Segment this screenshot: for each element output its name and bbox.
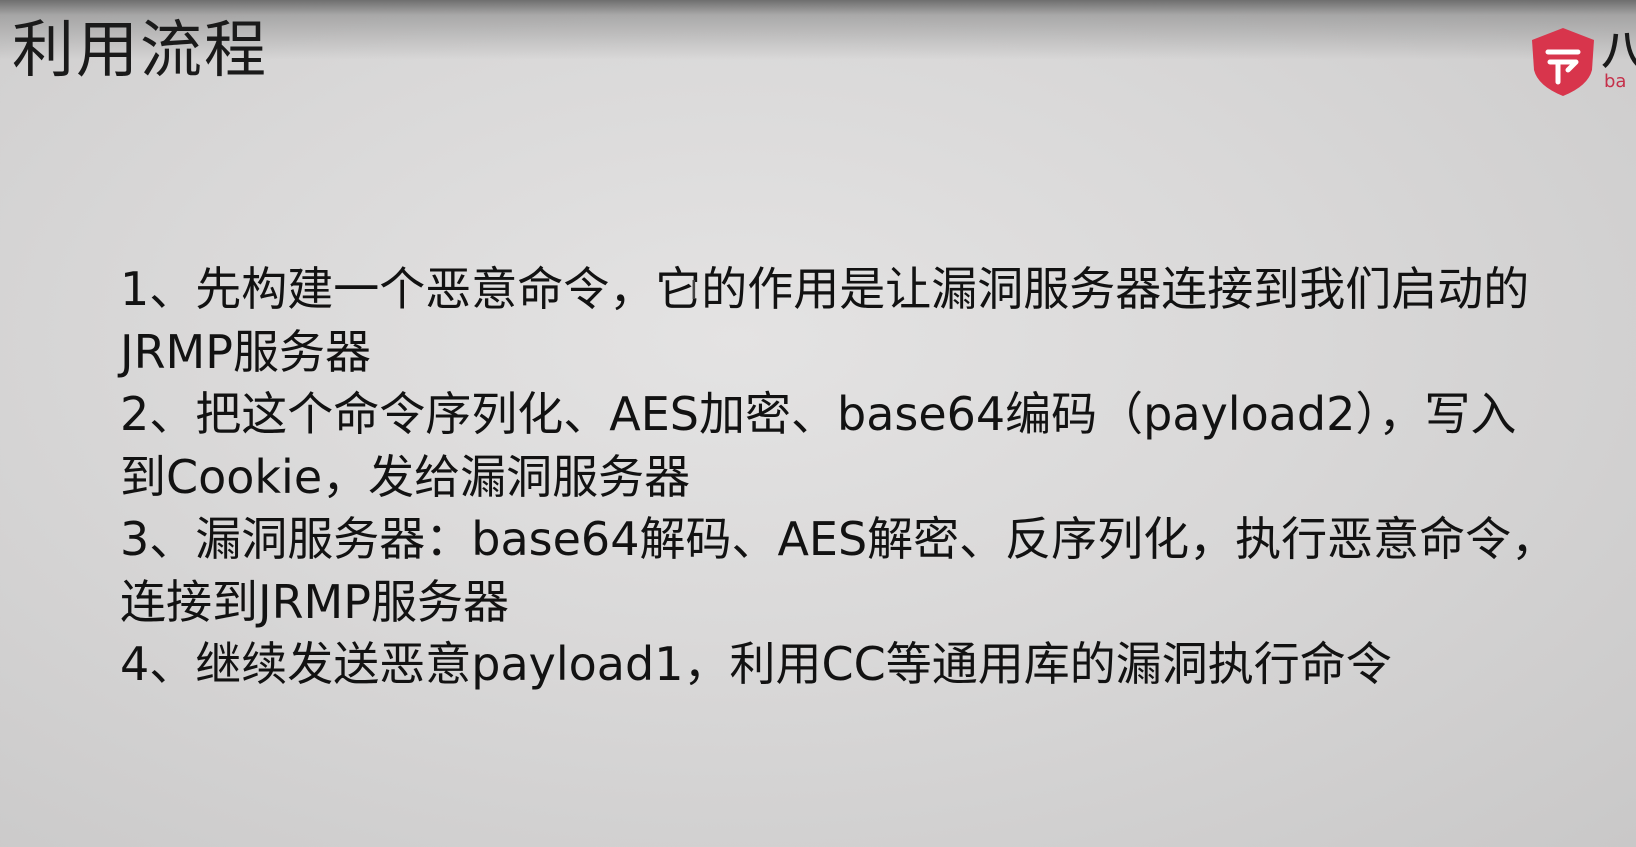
step-list: 1、先构建一个恶意命令，它的作用是让漏洞服务器连接到我们启动的JRMP服务器 2… [120, 258, 1560, 696]
step-item: 4、继续发送恶意payload1，利用CC等通用库的漏洞执行命令 [120, 637, 1392, 691]
step-item: 3、漏洞服务器：base64解码、AES解密、反序列化，执行恶意命令，连接到JR… [120, 512, 1558, 629]
shield-logo-icon [1532, 28, 1594, 96]
step-item: 2、把这个命令序列化、AES加密、base64编码（payload2），写入到C… [120, 387, 1517, 504]
brand-name: 八 [1602, 28, 1636, 74]
text-cursor-icon: I [690, 276, 698, 306]
slide-title: 利用流程 [12, 13, 269, 86]
step-item: 1、先构建一个恶意命令，它的作用是让漏洞服务器连接到我们启动的JRMP服务器 [120, 262, 1530, 379]
brand-subtext: ba [1604, 71, 1627, 92]
